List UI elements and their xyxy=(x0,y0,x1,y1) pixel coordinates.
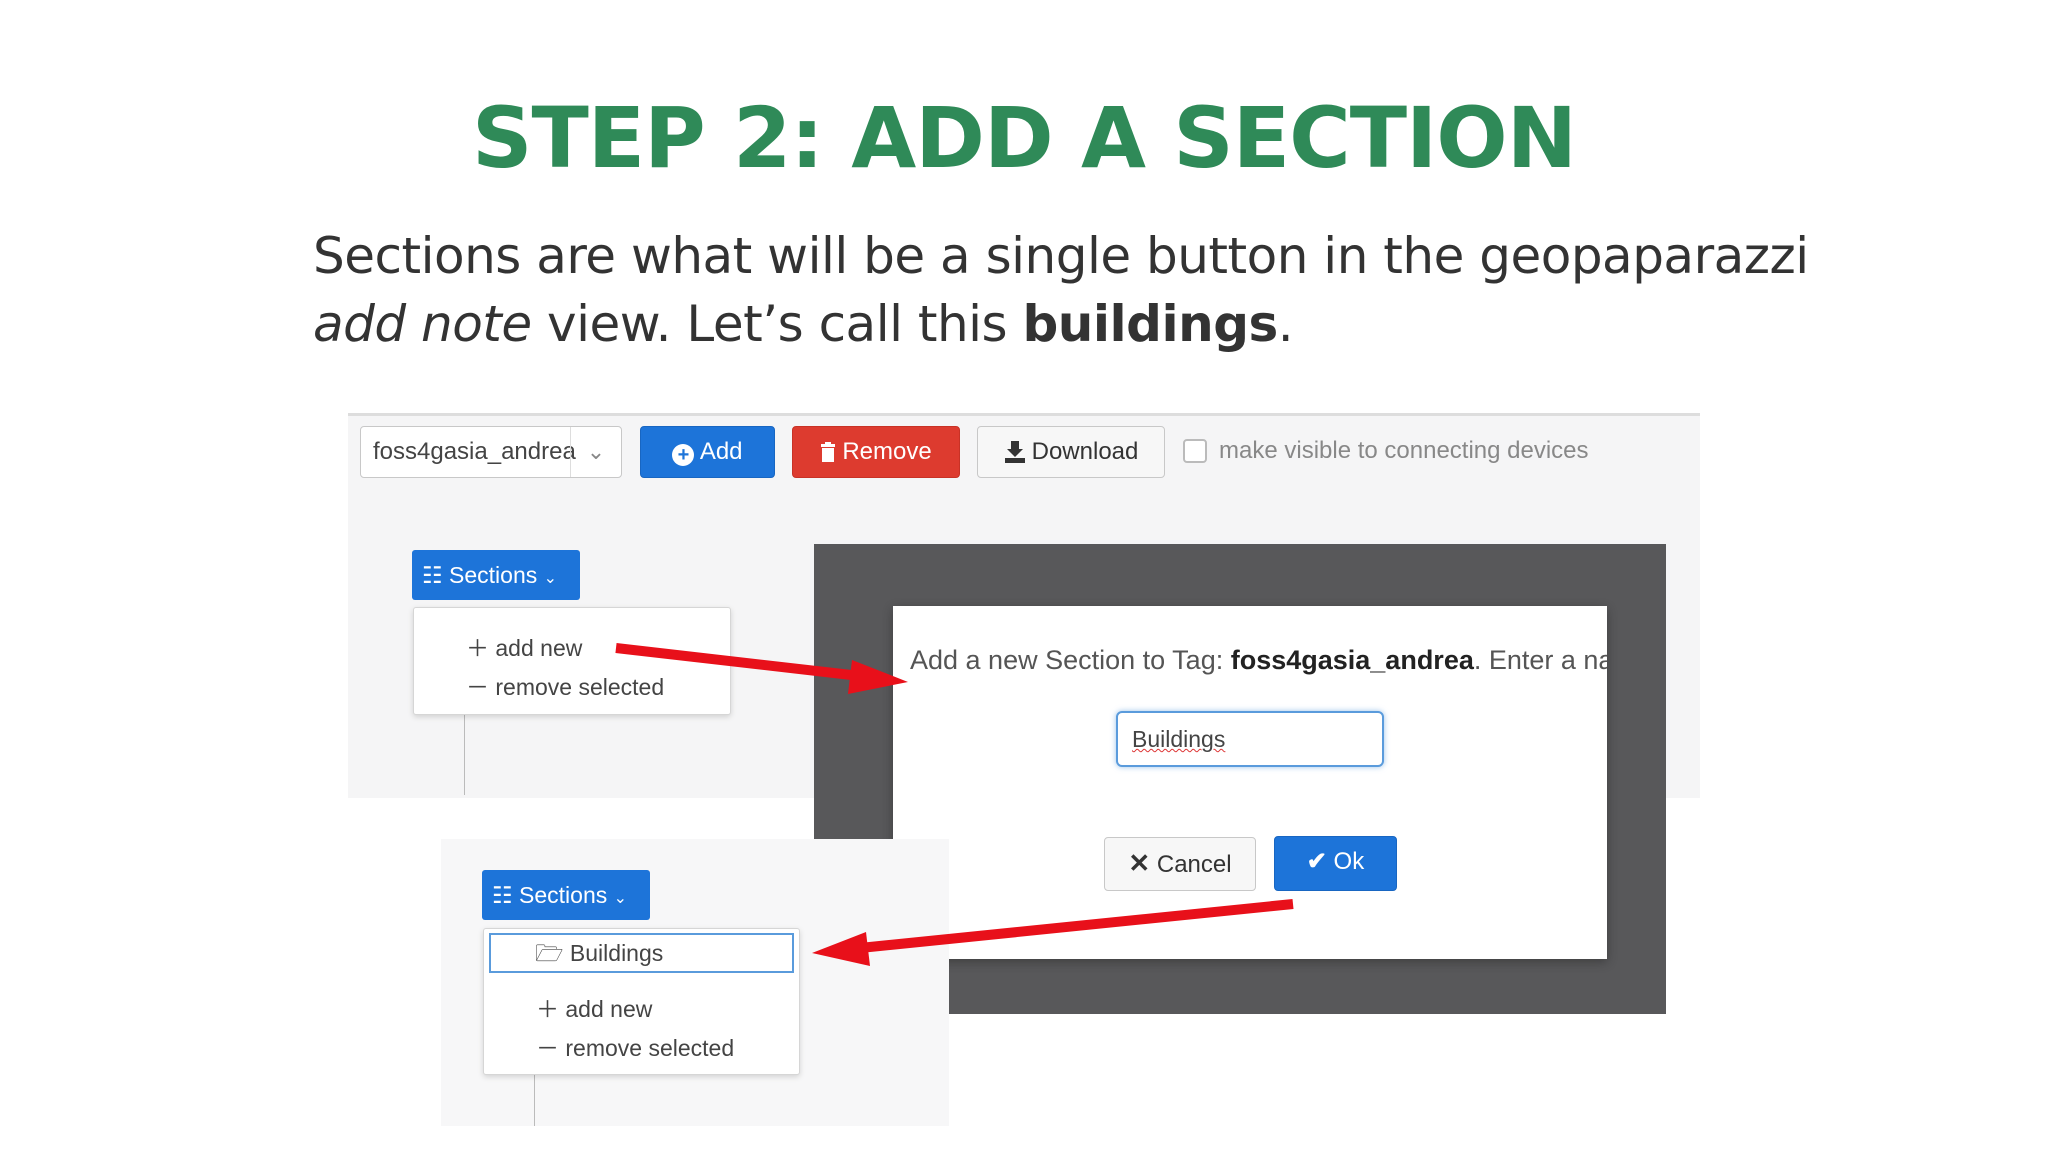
section-name-value: Buildings xyxy=(1132,726,1226,752)
add-new-item-2[interactable]: ＋ add new xyxy=(536,989,652,1029)
chevron-down-icon: ⌄ xyxy=(613,890,628,907)
section-item-label: Buildings xyxy=(569,940,664,966)
body-italic: add note xyxy=(313,295,532,353)
modal-prompt: Add a new Section to Tag: foss4gasia_and… xyxy=(910,640,1607,680)
chevron-down-icon: ⌄ xyxy=(570,427,621,477)
visible-checkbox[interactable] xyxy=(1183,439,1207,463)
cancel-button[interactable]: ✕ Cancel xyxy=(1104,837,1256,891)
minus-icon: － xyxy=(536,1035,559,1061)
list-icon: ☷ xyxy=(422,562,443,588)
chevron-down-icon: ⌄ xyxy=(543,570,558,587)
section-item-buildings[interactable]: 🗁 Buildings xyxy=(489,933,794,973)
remove-selected-item-2[interactable]: － remove selected xyxy=(536,1028,734,1068)
list-icon: ☷ xyxy=(492,882,513,908)
cancel-button-label: Cancel xyxy=(1156,851,1232,878)
add-new-label: add new xyxy=(495,635,583,661)
visible-checkbox-label: make visible to connecting devices xyxy=(1219,437,1589,464)
body-bold: buildings xyxy=(1022,295,1279,353)
body-mid: view. Let’s call this xyxy=(531,295,1023,353)
trash-icon xyxy=(821,442,836,462)
sections-button-2-label: Sections xyxy=(519,882,608,908)
sections-button-2[interactable]: ☷ Sections ⌄ xyxy=(482,870,650,920)
download-icon xyxy=(1004,441,1025,463)
tree-line-2 xyxy=(534,1072,535,1126)
remove-button[interactable]: Remove xyxy=(792,426,960,478)
remove-selected-label-2: remove selected xyxy=(565,1035,735,1061)
plus-icon: ＋ xyxy=(466,635,489,661)
tag-select[interactable]: foss4gasia_andrea ⌄ xyxy=(360,426,622,478)
sections-button[interactable]: ☷ Sections ⌄ xyxy=(412,550,580,600)
add-button-label: Add xyxy=(699,438,743,465)
add-button[interactable]: + Add xyxy=(640,426,775,478)
minus-icon: － xyxy=(466,674,489,700)
remove-selected-label: remove selected xyxy=(495,674,665,700)
sections-button-label: Sections xyxy=(449,562,538,588)
times-icon: ✕ xyxy=(1128,848,1151,878)
tag-select-value: foss4gasia_andrea xyxy=(373,438,576,465)
plus-icon: ＋ xyxy=(536,996,559,1022)
modal-prompt-prefix: Add a new Section to Tag: xyxy=(910,645,1231,675)
section-name-input[interactable]: Buildings xyxy=(1116,711,1384,767)
ok-button-label: Ok xyxy=(1333,848,1365,875)
slide-body-text: Sections are what will be a single butto… xyxy=(313,222,1813,358)
download-button[interactable]: Download xyxy=(977,426,1165,478)
body-end: . xyxy=(1277,295,1294,353)
plus-circle-icon: + xyxy=(672,444,695,466)
add-new-item[interactable]: ＋ add new xyxy=(466,628,582,668)
remove-selected-item[interactable]: － remove selected xyxy=(466,667,664,707)
tree-line xyxy=(464,712,465,795)
ok-button[interactable]: ✔ Ok xyxy=(1274,836,1397,891)
modal-prompt-tag: foss4gasia_andrea xyxy=(1230,645,1474,675)
folder-open-icon: 🗁 xyxy=(535,940,564,966)
modal-prompt-suffix: . Enter a na xyxy=(1473,645,1607,675)
slide-title: STEP 2: ADD A SECTION xyxy=(471,89,1577,187)
body-line-1: Sections are what will be a single butto… xyxy=(313,227,1809,285)
download-button-label: Download xyxy=(1031,438,1139,465)
check-icon: ✔ xyxy=(1306,848,1327,875)
sections-dropdown: ＋ add new － remove selected xyxy=(413,607,731,715)
add-new-label-2: add new xyxy=(565,996,653,1022)
remove-button-label: Remove xyxy=(842,438,932,465)
